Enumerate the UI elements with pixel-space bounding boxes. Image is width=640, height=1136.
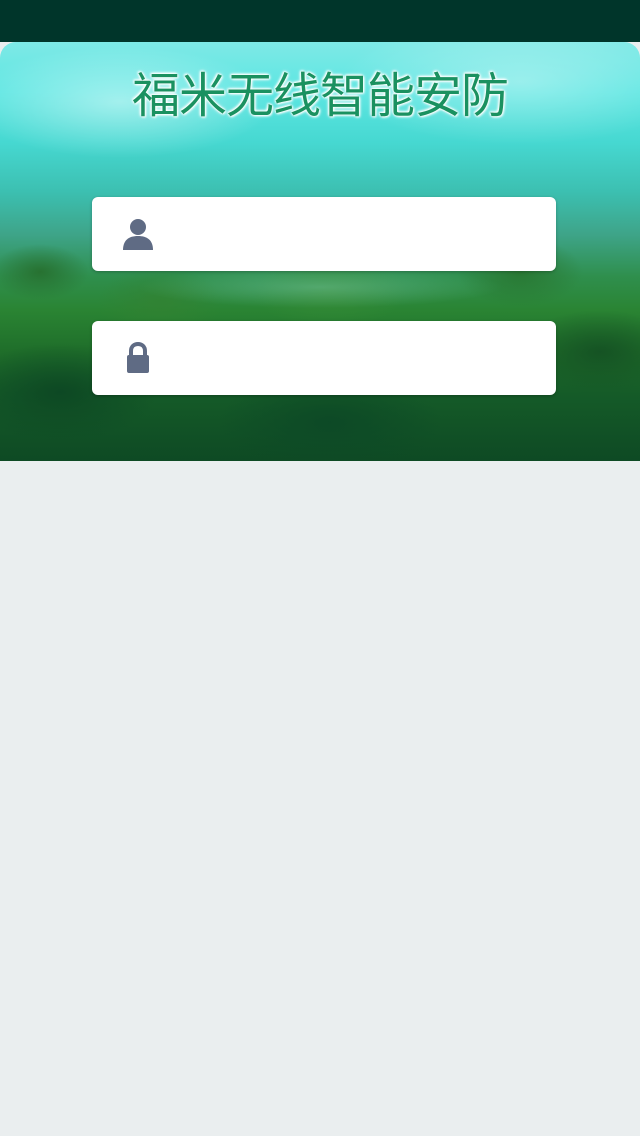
user-icon: [120, 216, 156, 252]
app-title: 福米无线智能安防: [131, 68, 509, 124]
lock-icon: [120, 340, 156, 376]
password-field[interactable]: [92, 321, 556, 395]
username-input[interactable]: [176, 197, 536, 271]
content-area: [0, 461, 640, 1136]
status-bar: [0, 0, 640, 42]
password-input[interactable]: [176, 321, 536, 395]
username-field[interactable]: [92, 197, 556, 271]
